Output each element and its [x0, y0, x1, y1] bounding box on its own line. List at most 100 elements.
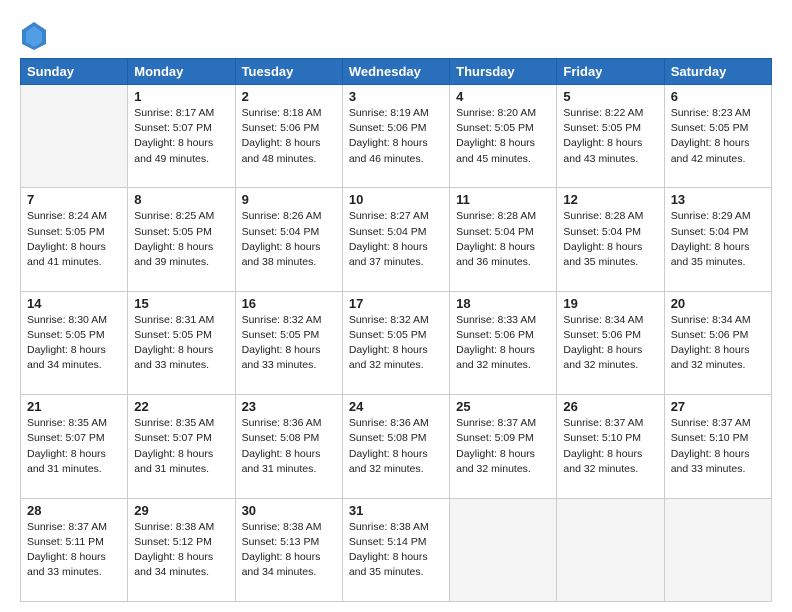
day-number: 11 [456, 192, 550, 207]
day-number: 27 [671, 399, 765, 414]
calendar-cell: 29Sunrise: 8:38 AMSunset: 5:12 PMDayligh… [128, 498, 235, 601]
calendar-cell: 1 Sunrise: 8:17 AMSunset: 5:07 PMDaylight… [128, 85, 235, 188]
calendar-cell: 10 Sunrise: 8:27 AMSunset: 5:04 PMDayligh… [342, 188, 449, 291]
weekday-header: Wednesday [342, 59, 449, 85]
weekday-header: Monday [128, 59, 235, 85]
day-number: 17 [349, 296, 443, 311]
calendar-cell: 21 Sunrise: 8:35 AMSunset: 5:07 PMDayligh… [21, 395, 128, 498]
day-number: 25 [456, 399, 550, 414]
day-info: Sunrise: 8:30 AMSunset: 5:05 PMDaylight:… [27, 313, 121, 374]
weekday-header: Tuesday [235, 59, 342, 85]
calendar-cell: 26Sunrise: 8:37 AMSunset: 5:10 PMDayligh… [557, 395, 664, 498]
day-info: Sunrise: 8:38 AMSunset: 5:14 PMDaylight:… [349, 520, 443, 581]
calendar-cell: 31 Sunrise: 8:38 AMSunset: 5:14 PMDayligh… [342, 498, 449, 601]
day-info: Sunrise: 8:37 AMSunset: 5:10 PMDaylight:… [671, 416, 765, 477]
day-info: Sunrise: 8:36 AMSunset: 5:08 PMDaylight:… [349, 416, 443, 477]
day-info: Sunrise: 8:24 AMSunset: 5:05 PMDaylight:… [27, 209, 121, 270]
calendar-cell: 25 Sunrise: 8:37 AMSunset: 5:09 PMDayligh… [450, 395, 557, 498]
logo-icon [20, 20, 44, 48]
day-number: 20 [671, 296, 765, 311]
calendar-cell: 24 Sunrise: 8:36 AMSunset: 5:08 PMDayligh… [342, 395, 449, 498]
day-info: Sunrise: 8:20 AMSunset: 5:05 PMDaylight:… [456, 106, 550, 167]
day-info: Sunrise: 8:38 AMSunset: 5:13 PMDaylight:… [242, 520, 336, 581]
day-info: Sunrise: 8:37 AMSunset: 5:11 PMDaylight:… [27, 520, 121, 581]
calendar-cell: 6Sunrise: 8:23 AMSunset: 5:05 PMDaylight… [664, 85, 771, 188]
weekday-header: Thursday [450, 59, 557, 85]
calendar-cell: 3 Sunrise: 8:19 AMSunset: 5:06 PMDaylight… [342, 85, 449, 188]
day-number: 30 [242, 503, 336, 518]
day-info: Sunrise: 8:28 AMSunset: 5:04 PMDaylight:… [456, 209, 550, 270]
calendar-cell: 23 Sunrise: 8:36 AMSunset: 5:08 PMDayligh… [235, 395, 342, 498]
weekday-header: Saturday [664, 59, 771, 85]
day-number: 2 [242, 89, 336, 104]
day-info: Sunrise: 8:37 AMSunset: 5:09 PMDaylight:… [456, 416, 550, 477]
day-number: 14 [27, 296, 121, 311]
calendar-cell: 28 Sunrise: 8:37 AMSunset: 5:11 PMDayligh… [21, 498, 128, 601]
day-number: 18 [456, 296, 550, 311]
day-info: Sunrise: 8:27 AMSunset: 5:04 PMDaylight:… [349, 209, 443, 270]
logo [20, 20, 48, 48]
day-info: Sunrise: 8:32 AMSunset: 5:05 PMDaylight:… [349, 313, 443, 374]
day-number: 21 [27, 399, 121, 414]
day-info: Sunrise: 8:36 AMSunset: 5:08 PMDaylight:… [242, 416, 336, 477]
day-number: 1 [134, 89, 228, 104]
calendar-cell: 17 Sunrise: 8:32 AMSunset: 5:05 PMDayligh… [342, 291, 449, 394]
day-number: 10 [349, 192, 443, 207]
day-number: 9 [242, 192, 336, 207]
day-info: Sunrise: 8:33 AMSunset: 5:06 PMDaylight:… [456, 313, 550, 374]
day-number: 19 [563, 296, 657, 311]
calendar-cell: 20Sunrise: 8:34 AMSunset: 5:06 PMDayligh… [664, 291, 771, 394]
day-number: 3 [349, 89, 443, 104]
day-number: 28 [27, 503, 121, 518]
calendar-cell: 7 Sunrise: 8:24 AMSunset: 5:05 PMDaylight… [21, 188, 128, 291]
calendar-cell [664, 498, 771, 601]
day-number: 7 [27, 192, 121, 207]
calendar-cell [557, 498, 664, 601]
day-number: 31 [349, 503, 443, 518]
day-number: 12 [563, 192, 657, 207]
day-number: 4 [456, 89, 550, 104]
day-number: 5 [563, 89, 657, 104]
calendar-cell: 8 Sunrise: 8:25 AMSunset: 5:05 PMDaylight… [128, 188, 235, 291]
day-info: Sunrise: 8:18 AMSunset: 5:06 PMDaylight:… [242, 106, 336, 167]
calendar-cell: 19 Sunrise: 8:34 AMSunset: 5:06 PMDayligh… [557, 291, 664, 394]
calendar-cell [21, 85, 128, 188]
calendar-cell [450, 498, 557, 601]
day-info: Sunrise: 8:25 AMSunset: 5:05 PMDaylight:… [134, 209, 228, 270]
day-info: Sunrise: 8:34 AMSunset: 5:06 PMDaylight:… [563, 313, 657, 374]
day-info: Sunrise: 8:23 AMSunset: 5:05 PMDaylight:… [671, 106, 765, 167]
calendar-cell: 13Sunrise: 8:29 AMSunset: 5:04 PMDayligh… [664, 188, 771, 291]
day-info: Sunrise: 8:17 AMSunset: 5:07 PMDaylight:… [134, 106, 228, 167]
day-info: Sunrise: 8:26 AMSunset: 5:04 PMDaylight:… [242, 209, 336, 270]
calendar-week-row: 28 Sunrise: 8:37 AMSunset: 5:11 PMDayligh… [21, 498, 772, 601]
day-number: 23 [242, 399, 336, 414]
calendar-week-row: 7 Sunrise: 8:24 AMSunset: 5:05 PMDaylight… [21, 188, 772, 291]
calendar-week-row: 14 Sunrise: 8:30 AMSunset: 5:05 PMDayligh… [21, 291, 772, 394]
calendar-cell: 11 Sunrise: 8:28 AMSunset: 5:04 PMDayligh… [450, 188, 557, 291]
day-info: Sunrise: 8:19 AMSunset: 5:06 PMDaylight:… [349, 106, 443, 167]
day-number: 22 [134, 399, 228, 414]
day-number: 24 [349, 399, 443, 414]
weekday-header: Sunday [21, 59, 128, 85]
calendar-cell: 9 Sunrise: 8:26 AMSunset: 5:04 PMDaylight… [235, 188, 342, 291]
day-number: 15 [134, 296, 228, 311]
calendar-cell: 15Sunrise: 8:31 AMSunset: 5:05 PMDayligh… [128, 291, 235, 394]
calendar-cell: 18 Sunrise: 8:33 AMSunset: 5:06 PMDayligh… [450, 291, 557, 394]
calendar-cell: 2 Sunrise: 8:18 AMSunset: 5:06 PMDaylight… [235, 85, 342, 188]
day-info: Sunrise: 8:35 AMSunset: 5:07 PMDaylight:… [27, 416, 121, 477]
calendar-cell: 30 Sunrise: 8:38 AMSunset: 5:13 PMDayligh… [235, 498, 342, 601]
day-info: Sunrise: 8:35 AMSunset: 5:07 PMDaylight:… [134, 416, 228, 477]
calendar-cell: 22 Sunrise: 8:35 AMSunset: 5:07 PMDayligh… [128, 395, 235, 498]
day-info: Sunrise: 8:38 AMSunset: 5:12 PMDaylight:… [134, 520, 228, 581]
day-info: Sunrise: 8:32 AMSunset: 5:05 PMDaylight:… [242, 313, 336, 374]
calendar-table: SundayMondayTuesdayWednesdayThursdayFrid… [20, 58, 772, 602]
day-number: 26 [563, 399, 657, 414]
weekday-header: Friday [557, 59, 664, 85]
calendar-cell: 16 Sunrise: 8:32 AMSunset: 5:05 PMDayligh… [235, 291, 342, 394]
day-info: Sunrise: 8:29 AMSunset: 5:04 PMDaylight:… [671, 209, 765, 270]
day-number: 16 [242, 296, 336, 311]
day-number: 8 [134, 192, 228, 207]
day-info: Sunrise: 8:22 AMSunset: 5:05 PMDaylight:… [563, 106, 657, 167]
calendar-cell: 4 Sunrise: 8:20 AMSunset: 5:05 PMDaylight… [450, 85, 557, 188]
calendar-cell: 5 Sunrise: 8:22 AMSunset: 5:05 PMDaylight… [557, 85, 664, 188]
